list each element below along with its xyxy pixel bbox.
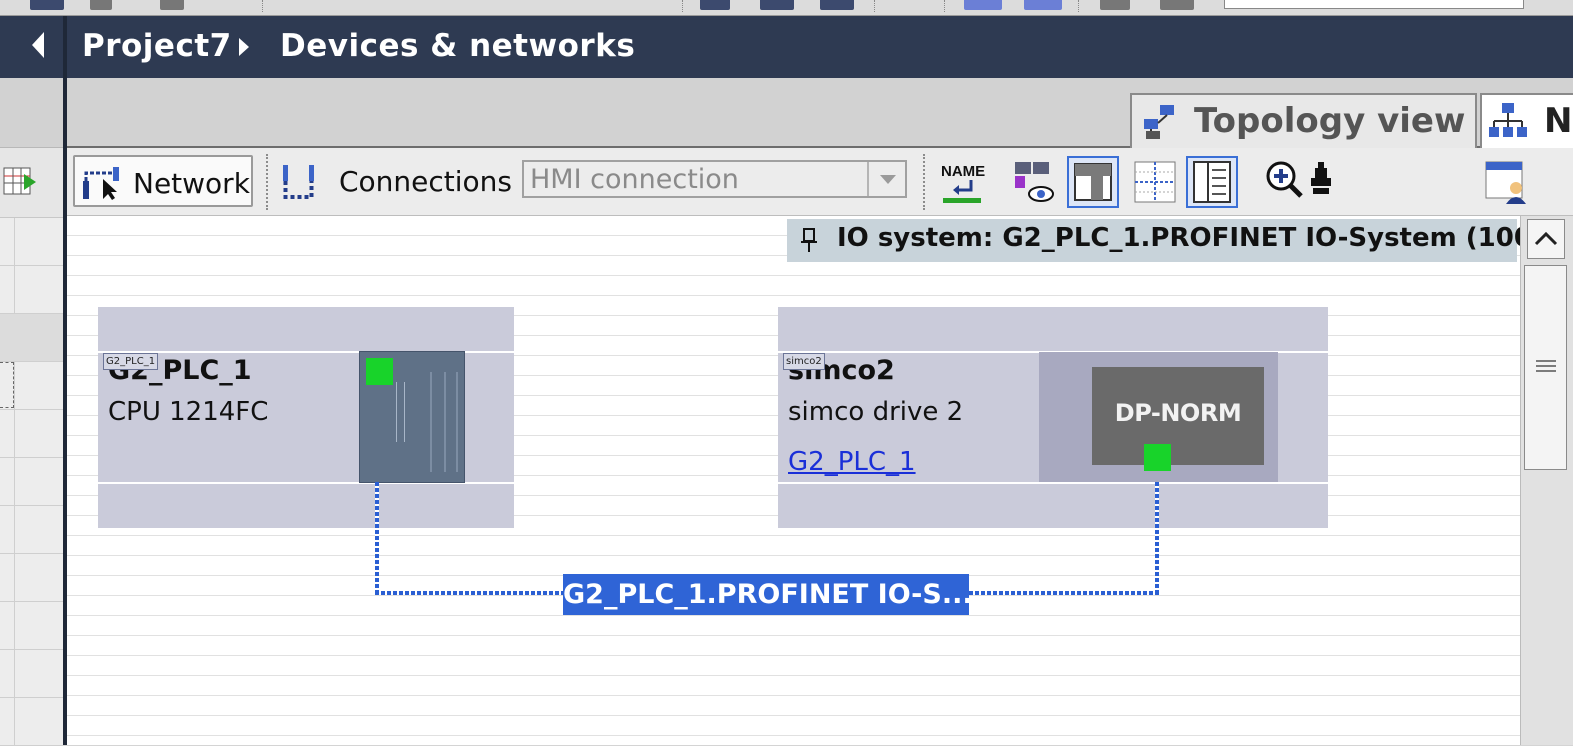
chevron-up-icon [1534,231,1558,246]
svg-text:NAME: NAME [941,163,985,180]
toolbar-separator [266,154,269,210]
toolbar-icon[interactable] [964,0,1002,10]
scroll-thumb[interactable] [1524,265,1567,470]
project-tree-header [0,16,63,78]
overview-icon [1193,161,1231,203]
page-break-toggle[interactable] [1067,156,1119,208]
toolbar-separator [262,0,264,12]
port-status-led [366,358,393,385]
grid-icon [1134,161,1176,203]
io-system-title: IO system: G2_PLC_1.PROFINET IO-System (… [837,223,1544,253]
device-plc[interactable]: G2_PLC_1 G2_PLC_1 CPU 1214FC [98,307,514,528]
toolbar-separator [1078,0,1080,12]
network-mode-label: Network [133,167,250,200]
connection-type-select[interactable]: HMI connection [522,160,907,198]
connections-icon [283,165,314,199]
tab-label: Topology view [1194,101,1466,141]
project-tree-toolbar [0,148,63,218]
table-export-icon[interactable] [2,164,40,200]
connection-type-value: HMI connection [530,164,739,195]
project-tree-panel [0,16,63,746]
toolbar-icon[interactable] [820,0,854,10]
toolbar-icon[interactable] [1160,0,1194,10]
toolbar-icon[interactable] [160,0,184,10]
chevron-down-icon[interactable] [867,162,905,196]
network-cursor-icon [83,167,119,200]
network-toolbar: Network Connections HMI connection NAME [67,148,1573,216]
hand-icon [1311,162,1331,194]
vertical-scrollbar[interactable] [1520,216,1573,745]
breadcrumb-chevron-icon [239,38,249,56]
subnet-link-drive[interactable] [1155,482,1159,594]
device-drive[interactable]: simco2 simco2 simco drive 2 G2_PLC_1 DP-… [778,307,1328,528]
assign-device-name-button[interactable]: NAME [937,156,989,208]
toolbar-separator [923,154,926,210]
device-tag: G2_PLC_1 [103,353,159,370]
tab-network-view[interactable]: N [1480,93,1573,148]
pin-icon[interactable] [799,227,819,253]
toolbar-separator [944,0,946,12]
collapse-panel-button[interactable] [20,30,56,66]
device-tag: simco2 [783,353,825,370]
main-toolbar-strip [0,0,1573,16]
toolbar-icon[interactable] [30,0,64,10]
show-address-icon [1015,162,1054,202]
toolbar-icon[interactable] [760,0,794,10]
grid-toggle[interactable] [1129,156,1181,208]
subnet-link-plc[interactable] [375,482,379,594]
topology-icon [1144,105,1174,139]
pan-button[interactable] [1307,156,1335,208]
toolbar-icon[interactable] [1100,0,1130,10]
io-system-header: IO system: G2_PLC_1.PROFINET IO-System (… [787,219,1544,262]
toolbar-separator [874,0,876,12]
toolbar-icon[interactable] [700,0,730,10]
inspector-window-button[interactable] [1482,156,1534,208]
tree-selection[interactable] [0,362,14,408]
network-icon [1489,103,1527,137]
name-assign-icon: NAME [941,163,985,203]
grip-icon [1536,360,1556,372]
project-tree-grid [0,218,63,746]
zoom-in-button[interactable] [1263,156,1307,208]
tab-label: N [1544,101,1573,141]
port-status-led [1144,444,1171,471]
project-tree-band [0,78,63,148]
drive-module-label: DP-NORM [1114,399,1242,427]
device-type: CPU 1214FC [108,397,269,427]
scroll-up-button[interactable] [1527,219,1565,259]
view-tab-bar: Topology view N [67,78,1573,148]
show-address-button[interactable] [1011,156,1063,208]
toolbar-icon[interactable] [90,0,112,10]
subnet-label[interactable]: G2_PLC_1.PROFINET IO-S... [563,574,973,615]
breadcrumb-page: Devices & networks [280,28,636,64]
editor-header: Project7 Devices & networks [67,16,1573,78]
chevron-left-icon [32,32,44,58]
subnet-line-left[interactable] [375,591,563,595]
network-canvas[interactable]: IO system: G2_PLC_1.PROFINET IO-System (… [67,216,1544,745]
drive-module-image: DP-NORM [1092,367,1264,465]
device-type: simco drive 2 [788,397,964,427]
connections-mode-button[interactable]: Connections [279,155,513,207]
subnet-line-right[interactable] [969,591,1159,595]
connections-mode-label: Connections [339,165,513,198]
assigned-controller-link[interactable]: G2_PLC_1 [788,447,916,477]
breadcrumb-project[interactable]: Project7 [82,28,232,64]
page-break-icon [1074,163,1112,201]
search-input[interactable] [1224,0,1524,9]
toolbar-icon[interactable] [1024,0,1062,10]
user-window-icon [1485,161,1526,204]
network-mode-button[interactable]: Network [73,155,253,207]
zoom-in-icon [1266,161,1303,198]
toolbar-separator [682,0,684,12]
tab-topology-view[interactable]: Topology view [1130,93,1477,148]
overview-toggle[interactable] [1186,156,1238,208]
